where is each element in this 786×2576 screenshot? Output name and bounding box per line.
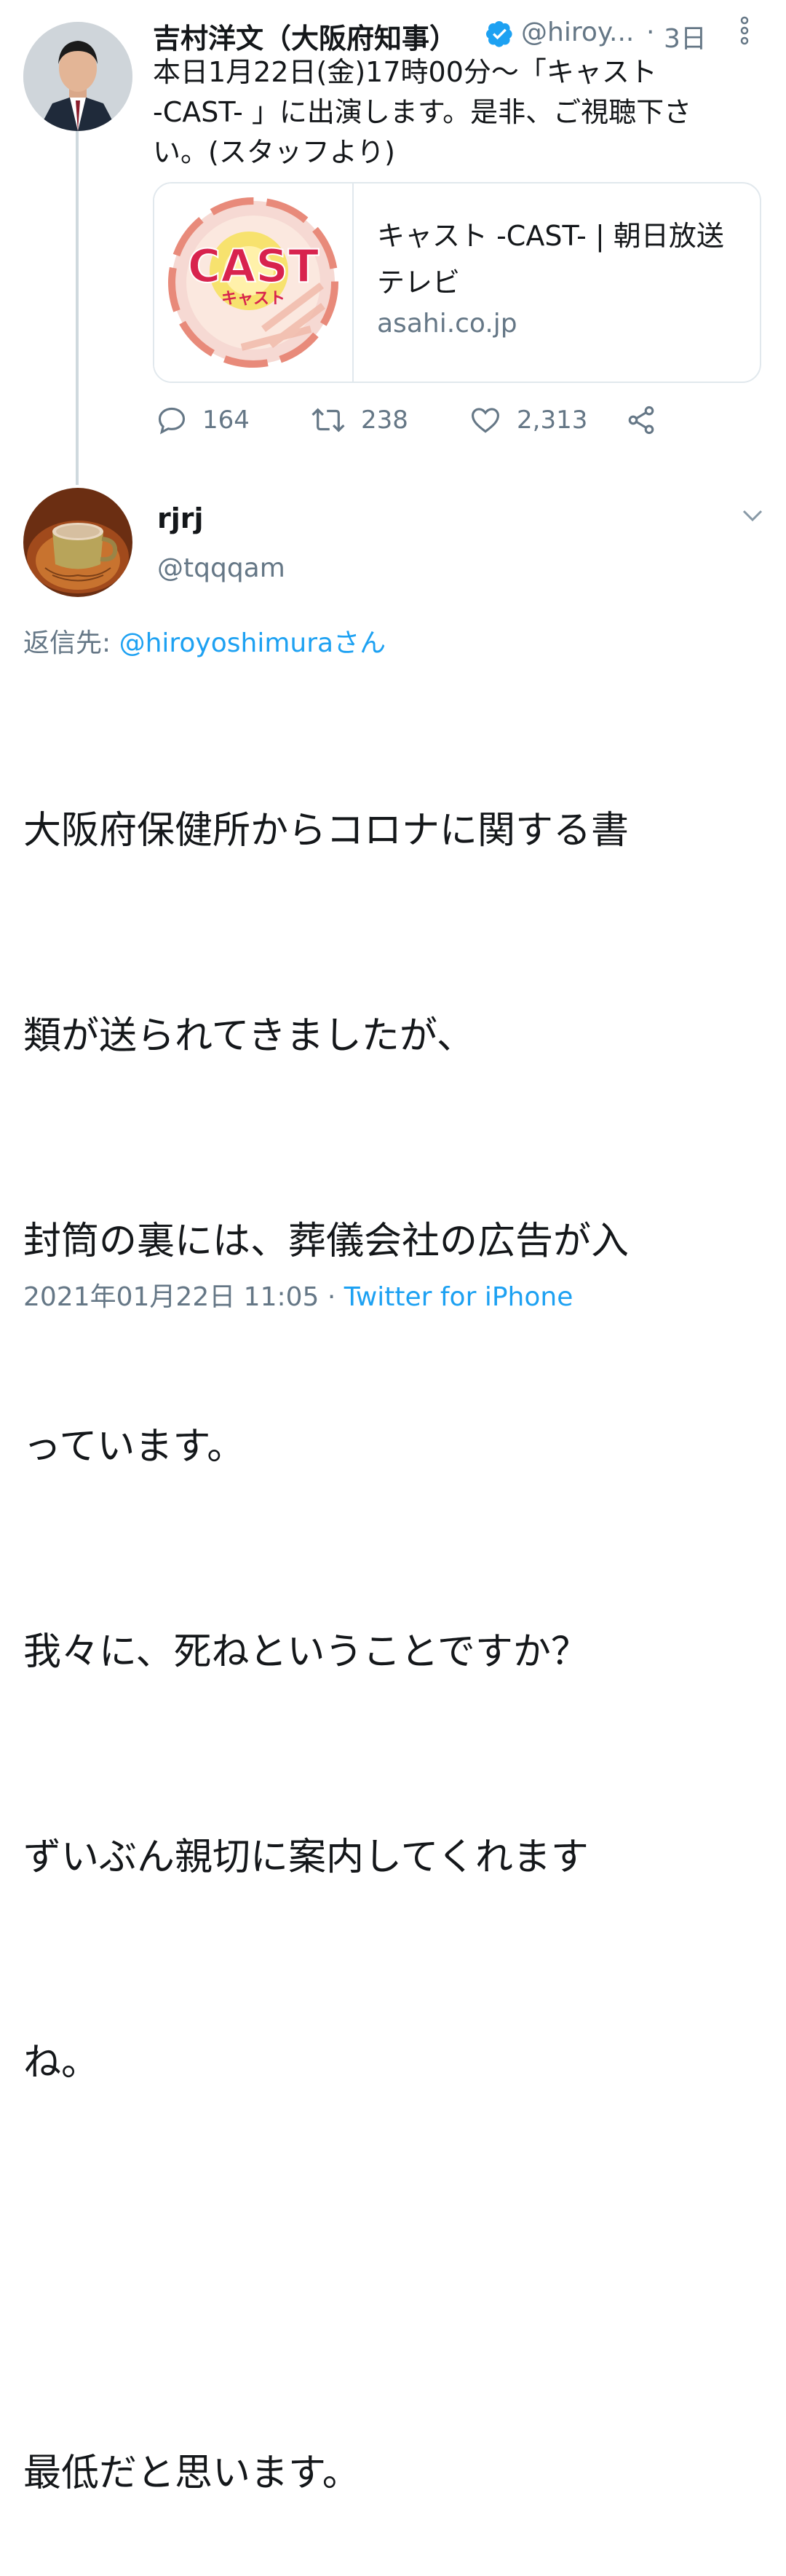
share-button[interactable]	[624, 402, 672, 438]
tweet-text-line: い。(スタッフより)	[153, 136, 395, 168]
tweet-source-link[interactable]: Twitter for iPhone	[344, 1282, 573, 1312]
reply-author-display-name[interactable]: rjrj	[157, 502, 204, 534]
svg-text:CAST: CAST	[188, 240, 319, 293]
reply-text-line: 封筒の裏には、葬儀会社の広告が入	[23, 1220, 630, 1263]
replying-to-line: 返信先: @hiroyoshimuraさん	[23, 622, 386, 660]
chevron-down-icon[interactable]	[741, 507, 764, 527]
reply-author-handle[interactable]: @tqqqam	[157, 553, 285, 583]
tweet-text-line: 本日1月22日(金)17時00分〜「キャスト	[153, 56, 657, 88]
reply-tweet-text: 大阪府保健所からコロナに関する書 類が送られてきましたが、 封筒の裏には、葬儀会…	[23, 660, 766, 2576]
reply-avatar[interactable]	[23, 488, 132, 597]
share-icon	[628, 406, 654, 435]
thread-connector-line	[76, 130, 79, 485]
tweet-meta: 2021年01月22日 11:05 · Twitter for iPhone	[23, 1276, 573, 1313]
reply-text-line: ずいぶん親切に案内してくれます	[23, 1836, 589, 1879]
replying-to-label: 返信先:	[23, 628, 119, 658]
time-separator: ·	[646, 17, 655, 47]
replying-to-suffix: さん	[333, 628, 386, 658]
retweet-icon	[311, 408, 345, 432]
tweet-text-line: -CAST- 」に出演します。是非、ご視聴下さ	[153, 96, 692, 128]
meta-separator: ·	[319, 1282, 344, 1312]
reply-text-line	[23, 2234, 766, 2302]
more-options-icon[interactable]	[737, 16, 753, 48]
heart-icon	[472, 408, 499, 433]
avatar[interactable]	[23, 22, 132, 131]
retweet-button[interactable]: 238	[310, 402, 408, 438]
link-preview-card[interactable]: CAST キャスト キャスト -CAST- | 朝日放送 テレビ asahi.c…	[153, 182, 761, 383]
reply-count: 164	[202, 406, 250, 435]
author-handle[interactable]: @hiroy...	[521, 17, 634, 47]
cast-logo-subtext: キャスト	[221, 290, 285, 308]
card-thumbnail: CAST キャスト	[154, 183, 354, 382]
reply-text-line: 我々に、死ねということですか？	[23, 1630, 589, 1674]
like-count: 2,313	[517, 406, 588, 435]
coffee-cup-image	[23, 488, 132, 597]
like-button[interactable]: 2,313	[469, 402, 587, 438]
card-title: キャスト -CAST- | 朝日放送 テレビ	[377, 213, 741, 306]
verified-badge-icon	[486, 20, 514, 50]
author-display-name[interactable]: 吉村洋文（大阪府知事）	[153, 16, 457, 56]
tweet-age[interactable]: 3日	[664, 17, 707, 55]
replying-to-handle-link[interactable]: @hiroyoshimura	[119, 628, 334, 658]
reply-text-line: 類が送られてきましたが、	[23, 1014, 475, 1058]
tweet-timestamp: 2021年01月22日 11:05	[23, 1282, 319, 1312]
reply-text-line: 大阪府保健所からコロナに関する書	[23, 809, 630, 853]
avatar-portrait-image	[23, 22, 132, 131]
reply-text-line: ね。	[23, 2041, 100, 2085]
reply-text-line: っています。	[23, 1425, 245, 1469]
card-domain: asahi.co.jp	[377, 309, 517, 339]
card-title-line: キャスト -CAST- | 朝日放送	[377, 220, 724, 252]
reply-button[interactable]: 164	[156, 402, 250, 438]
reply-text-line: 最低だと思います。	[23, 2451, 360, 2495]
original-tweet-text: 本日1月22日(金)17時00分〜「キャスト -CAST- 」に出演します。是非…	[153, 52, 691, 173]
retweet-count: 238	[361, 406, 408, 435]
cast-logo-image: CAST キャスト	[154, 183, 352, 382]
card-title-line: テレビ	[377, 266, 461, 299]
reply-icon	[158, 407, 186, 435]
